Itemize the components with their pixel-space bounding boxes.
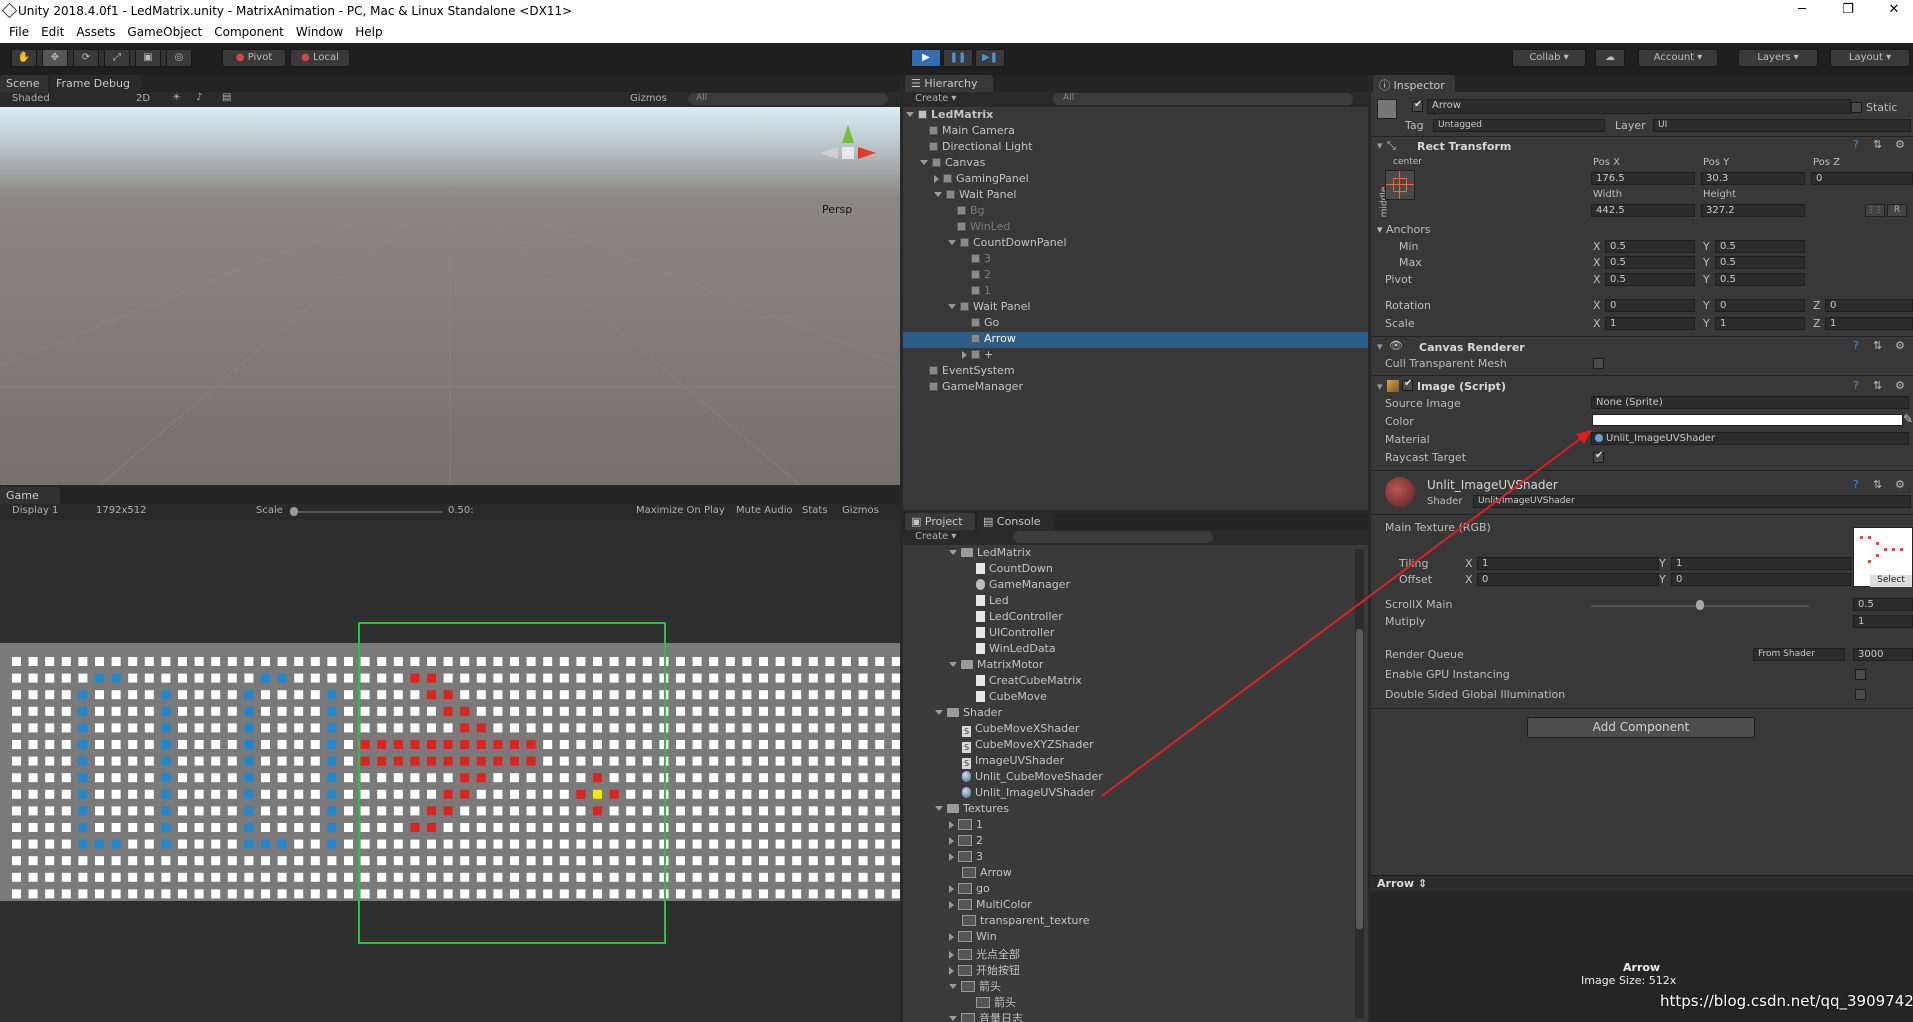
watermark-text: https://blog.csdn.net/qq_39097425 <box>1660 992 1913 1010</box>
annotation-arrow <box>1101 430 1592 797</box>
